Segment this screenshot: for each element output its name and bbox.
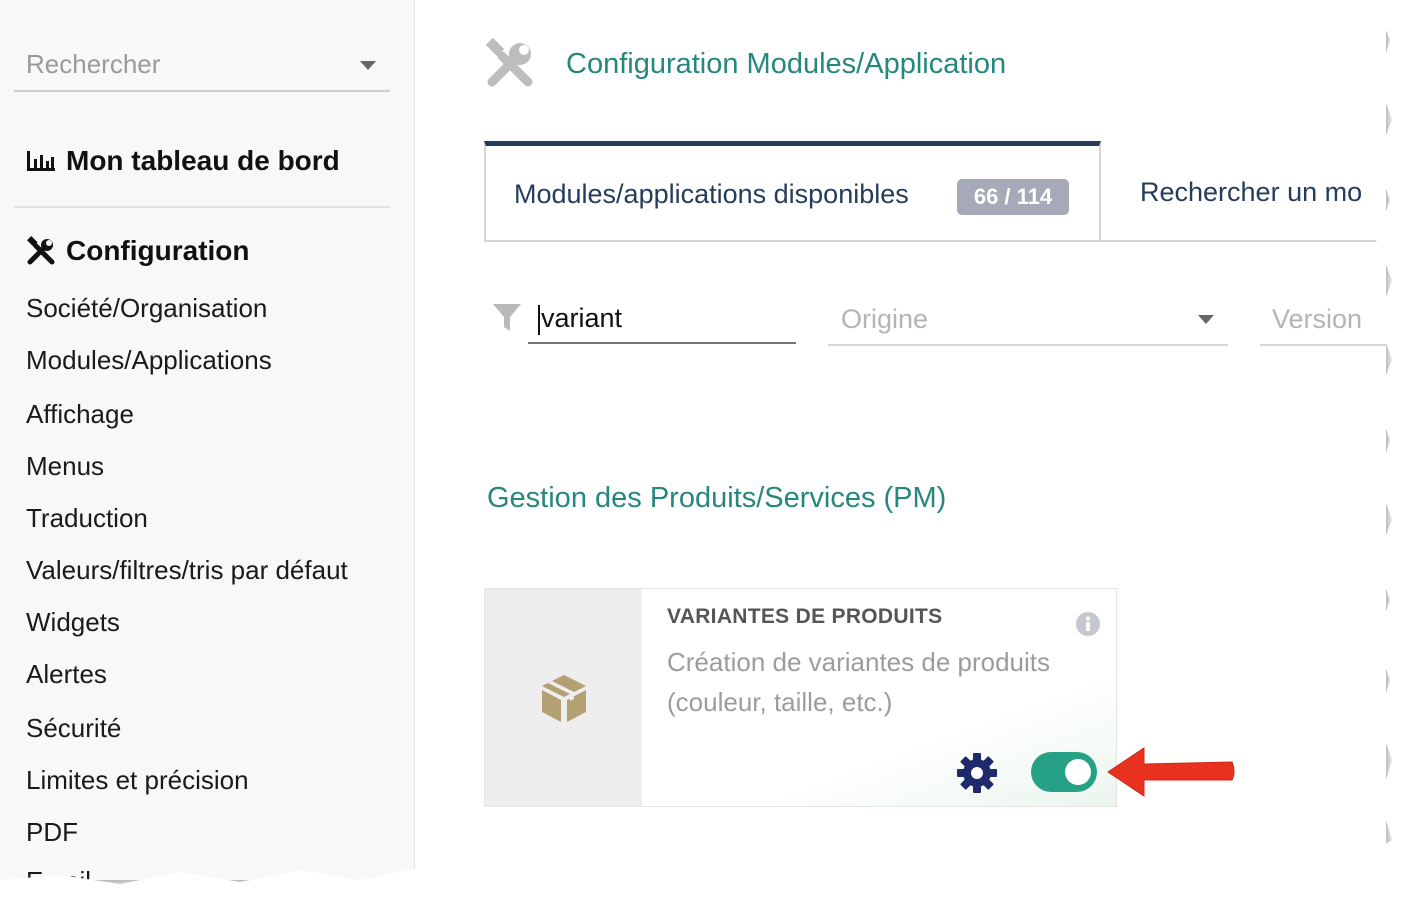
chevron-down-icon bbox=[360, 61, 376, 70]
dashboard-label: Mon tableau de bord bbox=[66, 145, 340, 176]
toggle-knob bbox=[1065, 759, 1091, 785]
count-badge: 66 / 114 bbox=[957, 179, 1069, 215]
origin-select[interactable]: Origine bbox=[828, 296, 1228, 346]
sidebar-item-affichage[interactable]: Affichage bbox=[26, 399, 134, 430]
arrow-left-icon bbox=[1107, 747, 1235, 797]
tools-icon bbox=[485, 38, 533, 87]
sidebar-divider bbox=[14, 206, 390, 208]
filter-icon bbox=[493, 304, 521, 331]
sidebar-item-menus[interactable]: Menus bbox=[26, 451, 104, 482]
section-title: Gestion des Produits/Services (PM) bbox=[487, 482, 947, 514]
sidebar-item-email[interactable]: Email bbox=[26, 866, 91, 880]
sidebar-item-modules[interactable]: Modules/Applications bbox=[26, 345, 272, 376]
origin-placeholder: Origine bbox=[841, 304, 929, 334]
module-description: Création de variantes de produits (coule… bbox=[667, 647, 1051, 717]
page-title: Configuration Modules/Application bbox=[566, 47, 1007, 80]
sidebar-item-societe[interactable]: Société/Organisation bbox=[26, 293, 267, 324]
sidebar-search-select[interactable]: Rechercher bbox=[14, 42, 390, 92]
module-image bbox=[485, 589, 642, 806]
configuration-label: Configuration bbox=[66, 235, 250, 266]
module-tabs: Modules/applications disponibles 66 / 11… bbox=[484, 141, 1386, 242]
module-title: VARIANTES DE PRODUITS bbox=[667, 605, 943, 628]
sidebar-item-widgets[interactable]: Widgets bbox=[26, 607, 120, 638]
info-icon[interactable] bbox=[1075, 611, 1101, 637]
sidebar: Rechercher Mon tableau de bord Configura… bbox=[0, 0, 415, 880]
page-header: Configuration Modules/Application bbox=[484, 38, 1006, 90]
sidebar-item-valeurs[interactable]: Valeurs/filtres/tris par défaut bbox=[26, 555, 348, 586]
chevron-down-icon bbox=[1198, 315, 1214, 324]
tools-icon bbox=[27, 236, 55, 265]
version-placeholder: Version bbox=[1272, 304, 1363, 334]
sidebar-section-configuration[interactable]: Configuration bbox=[26, 235, 250, 267]
page: Rechercher Mon tableau de bord Configura… bbox=[0, 0, 1386, 880]
sidebar-item-alertes[interactable]: Alertes bbox=[26, 659, 107, 690]
tab-search-module[interactable]: Rechercher un mo bbox=[1140, 177, 1362, 208]
sidebar-item-dashboard[interactable]: Mon tableau de bord bbox=[26, 145, 340, 177]
sidebar-item-securite[interactable]: Sécurité bbox=[26, 713, 121, 744]
chart-bar-icon bbox=[27, 151, 55, 171]
version-select[interactable]: Version bbox=[1260, 296, 1386, 346]
text-cursor bbox=[538, 304, 540, 335]
sidebar-item-traduction[interactable]: Traduction bbox=[26, 503, 148, 534]
filter-bar: variant Origine Version bbox=[490, 296, 1386, 350]
sidebar-item-limites[interactable]: Limites et précision bbox=[26, 765, 249, 796]
tab-available-modules[interactable]: Modules/applications disponibles 66 / 11… bbox=[484, 141, 1101, 240]
module-card: VARIANTES DE PRODUITS Création de varian… bbox=[484, 588, 1117, 807]
tab-available-label: Modules/applications disponibles bbox=[514, 179, 909, 209]
sidebar-search-placeholder: Rechercher bbox=[26, 49, 161, 79]
keyword-filter-value: variant bbox=[541, 303, 623, 333]
keyword-filter-input[interactable]: variant bbox=[528, 296, 796, 344]
module-enable-toggle[interactable] bbox=[1031, 752, 1097, 792]
sidebar-item-pdf[interactable]: PDF bbox=[26, 817, 78, 848]
gear-icon[interactable] bbox=[955, 751, 999, 795]
box-icon bbox=[541, 674, 586, 722]
